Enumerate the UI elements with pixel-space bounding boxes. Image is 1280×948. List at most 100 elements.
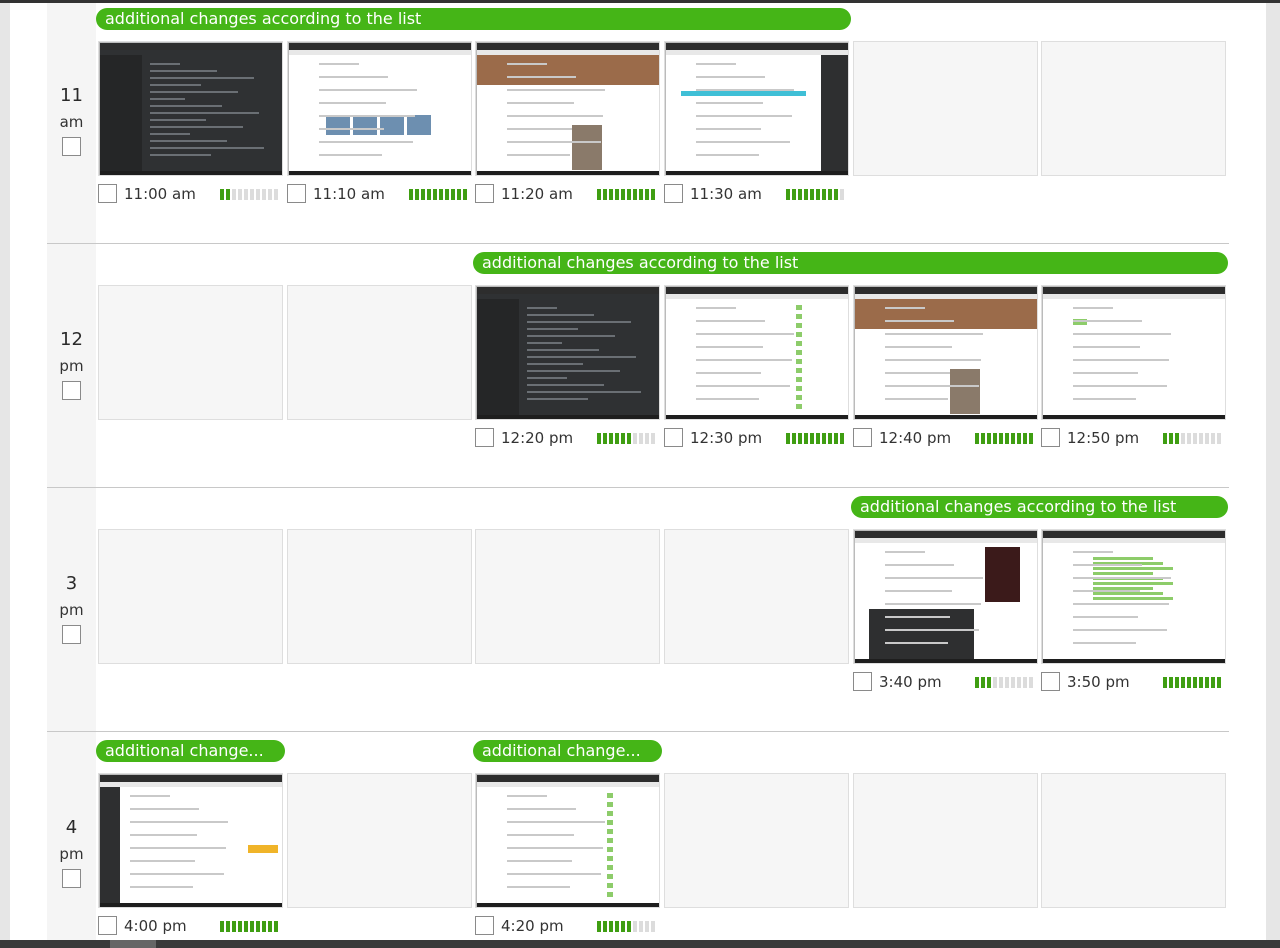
activity-segment	[1217, 677, 1221, 688]
thumb-text-line	[696, 115, 792, 117]
hour-select-checkbox[interactable]	[62, 381, 81, 400]
screenshot-thumbnail[interactable]	[1042, 286, 1225, 419]
thumb-image-tile	[326, 115, 350, 135]
activity-segment	[226, 189, 230, 200]
activity-segment	[445, 189, 449, 200]
time-slot[interactable]	[664, 285, 849, 420]
activity-segment	[1193, 433, 1197, 444]
time-slot[interactable]	[475, 41, 660, 176]
activity-segment	[1029, 433, 1033, 444]
thumb-text-line	[130, 821, 228, 823]
thumb-chat-item	[607, 865, 613, 870]
screenshot-thumbnail[interactable]	[476, 42, 659, 175]
activity-segment	[427, 189, 431, 200]
time-slot[interactable]	[853, 529, 1038, 664]
thumb-text-line	[507, 886, 570, 888]
screenshot-thumbnail[interactable]	[288, 42, 471, 175]
thumb-toolbar	[1043, 538, 1225, 543]
time-slot[interactable]	[853, 285, 1038, 420]
slot-select-checkbox[interactable]	[1041, 428, 1060, 447]
slot-select-checkbox[interactable]	[1041, 672, 1060, 691]
thumb-text-line	[507, 834, 574, 836]
screenshot-thumbnail[interactable]	[665, 42, 848, 175]
time-slot[interactable]	[1041, 529, 1226, 664]
screenshot-thumbnail[interactable]	[854, 530, 1037, 663]
activity-segment	[639, 433, 643, 444]
time-slot[interactable]	[475, 773, 660, 908]
slot-select-checkbox[interactable]	[475, 428, 494, 447]
hour-select-checkbox[interactable]	[62, 625, 81, 644]
thumb-text-line	[696, 102, 763, 104]
slot-time-label: 12:50 pm	[1067, 429, 1140, 447]
thumb-text-line	[885, 577, 983, 579]
screenshot-thumbnail[interactable]	[665, 286, 848, 419]
time-slot[interactable]	[98, 41, 283, 176]
thumb-toolbar	[855, 538, 1037, 543]
slot-select-checkbox[interactable]	[475, 916, 494, 935]
activity-segment	[621, 921, 625, 932]
time-slot[interactable]	[475, 285, 660, 420]
thumb-text-line	[1073, 346, 1140, 348]
memo-banner[interactable]: additional change...	[96, 740, 285, 762]
screenshot-thumbnail[interactable]	[476, 774, 659, 907]
horizontal-scrollbar[interactable]	[0, 940, 1280, 948]
thumb-chat-item	[796, 404, 802, 409]
timeline-page: 11 am additional changes according to the …	[10, 3, 1266, 940]
activity-segment	[262, 921, 266, 932]
memo-banner[interactable]: additional changes according to the list	[473, 252, 1228, 274]
screenshot-thumbnail[interactable]	[99, 774, 282, 907]
hour-ampm: pm	[59, 601, 84, 619]
hour-label: 4 pm	[47, 732, 96, 940]
activity-segment	[250, 189, 254, 200]
slot-select-checkbox[interactable]	[475, 184, 494, 203]
activity-segment	[810, 433, 814, 444]
screenshot-thumbnail[interactable]	[99, 42, 282, 175]
screenshot-thumbnail[interactable]	[854, 286, 1037, 419]
thumb-text-line	[1073, 603, 1169, 605]
slot-select-checkbox[interactable]	[98, 184, 117, 203]
memo-banner[interactable]: additional changes according to the list	[851, 496, 1228, 518]
hour-select-checkbox[interactable]	[62, 869, 81, 888]
thumb-code-line	[150, 84, 201, 86]
time-slot[interactable]	[98, 773, 283, 908]
activity-segment	[615, 921, 619, 932]
slot-select-checkbox[interactable]	[98, 916, 117, 935]
screenshot-thumbnail[interactable]	[476, 286, 659, 419]
slot-select-checkbox[interactable]	[664, 184, 683, 203]
thumb-chat-item	[607, 892, 613, 897]
thumb-text-line	[1073, 320, 1142, 322]
activity-segment	[268, 921, 272, 932]
thumb-chat-item	[607, 847, 613, 852]
time-slot	[1041, 41, 1226, 176]
thumb-text-line	[885, 346, 952, 348]
memo-banner[interactable]: additional changes according to the list	[96, 8, 851, 30]
hour-select-checkbox[interactable]	[62, 137, 81, 156]
activity-segment	[975, 433, 979, 444]
slot-select-checkbox[interactable]	[664, 428, 683, 447]
activity-segment	[987, 677, 991, 688]
thumb-text-line	[130, 860, 195, 862]
slot-select-checkbox[interactable]	[853, 428, 872, 447]
slot-select-checkbox[interactable]	[287, 184, 306, 203]
time-slot[interactable]	[1041, 285, 1226, 420]
slot-select-checkbox[interactable]	[853, 672, 872, 691]
thumb-text-line	[696, 385, 790, 387]
activity-segment	[627, 921, 631, 932]
scrollbar-thumb[interactable]	[110, 940, 156, 948]
thumb-chat-item	[607, 829, 613, 834]
thumb-text-line	[1073, 307, 1113, 309]
activity-segment	[256, 921, 260, 932]
memo-banner[interactable]: additional change...	[473, 740, 662, 762]
thumb-text-line	[507, 821, 605, 823]
activity-meter	[597, 433, 659, 444]
activity-segment	[1181, 433, 1185, 444]
time-slot[interactable]	[287, 41, 472, 176]
thumb-titlebar	[666, 287, 848, 294]
activity-segment	[1011, 433, 1015, 444]
activity-segment	[1175, 433, 1179, 444]
screenshot-thumbnail[interactable]	[1042, 530, 1225, 663]
thumb-text-line	[1073, 333, 1171, 335]
thumb-text-line	[885, 616, 950, 618]
time-slot[interactable]	[664, 41, 849, 176]
time-slot	[853, 773, 1038, 908]
